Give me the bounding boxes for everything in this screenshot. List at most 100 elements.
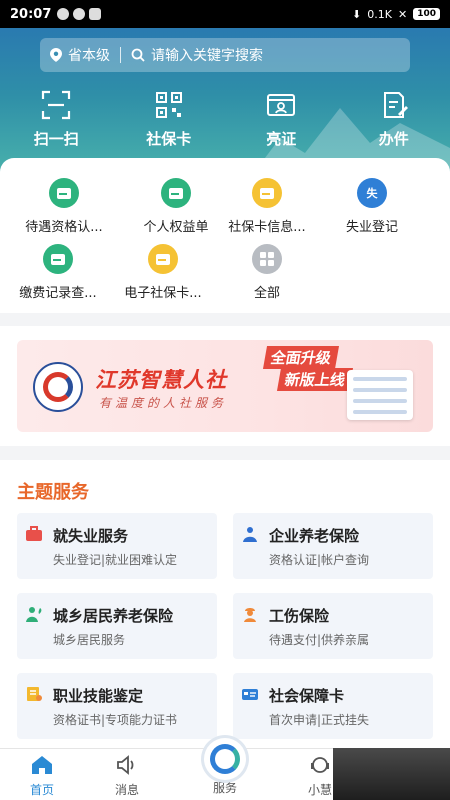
jiangsu-hrss-logo	[33, 362, 83, 412]
grid-icon	[252, 244, 282, 274]
service-item-e-card[interactable]: 电子社保卡...	[107, 244, 219, 301]
show-id-button[interactable]: 亮证	[225, 90, 338, 149]
nav-messages-label: 消息	[114, 783, 139, 797]
search-input[interactable]: 请输入关键字搜索	[151, 45, 263, 65]
nav-messages[interactable]: 消息	[82, 753, 172, 798]
service-label: 待遇资格认...	[25, 220, 103, 235]
banner-slogan: 有温度的人社服务	[99, 396, 228, 410]
banner-tag-new-version: 新版上线	[276, 368, 354, 391]
service-label: 电子社保卡...	[124, 286, 202, 301]
theme-card-subtitle: 待遇支付|供养亲属	[269, 633, 370, 647]
status-right: ⬇ 0.1K ✕ 100	[352, 8, 440, 21]
theme-card-enterprise-pension[interactable]: 企业养老保险 资格认证|帐户查询	[233, 513, 433, 579]
card-icon	[242, 689, 258, 700]
service-item-unemployment[interactable]: 失 失业登记	[316, 178, 428, 235]
header: 省本级 请输入关键字搜索 扫一扫 社保卡 亮证 办件	[0, 28, 450, 178]
green-envelope-icon	[43, 244, 73, 274]
theme-card-title: 企业养老保险	[269, 527, 360, 545]
my-cases-label: 办件	[378, 130, 409, 148]
social-card-label: 社保卡	[146, 130, 192, 148]
yellow-envelope-icon	[252, 178, 282, 208]
banner-title: 江苏智慧人社	[95, 368, 227, 392]
briefcase-icon	[26, 526, 42, 541]
battery-icon: 100	[413, 8, 440, 20]
search-icon	[131, 48, 145, 62]
image-notification-icon	[89, 8, 102, 20]
assistant-headset-icon	[311, 757, 329, 773]
home-icon	[32, 756, 52, 774]
theme-card-title: 工伤保险	[269, 607, 330, 625]
notification-icon	[57, 8, 70, 20]
nav-services-label: 服务	[212, 781, 237, 795]
green-envelope-icon	[161, 178, 191, 208]
theme-card-title: 社会保障卡	[269, 687, 345, 705]
my-cases-button[interactable]: 办件	[338, 90, 450, 149]
yellow-envelope-icon	[148, 244, 178, 274]
section-title: 主题服务	[17, 482, 89, 503]
theme-card-title: 城乡居民养老保险	[53, 607, 174, 625]
network-speed: 0.1K	[367, 7, 392, 21]
green-envelope-icon	[49, 178, 79, 208]
location-pin-icon	[50, 48, 62, 62]
floating-overlay	[333, 748, 450, 800]
service-item-qualification[interactable]: 待遇资格认...	[8, 178, 120, 235]
nav-home[interactable]: 首页	[0, 753, 87, 798]
theme-services: 主题服务 就失业服务 失业登记|就业困难认定 企业养老保险 资格认证|帐户查询 …	[0, 460, 450, 750]
location-selector[interactable]: 省本级	[50, 45, 110, 65]
service-label: 个人权益单	[143, 220, 209, 235]
theme-card-subtitle: 首次申请|正式挂失	[269, 713, 370, 727]
speaker-icon	[117, 755, 134, 775]
phone-illustration	[347, 370, 413, 420]
nav-home-label: 首页	[29, 783, 54, 797]
services-grid: 待遇资格认... 个人权益单 社保卡信息... 失 失业登记 缴费记录查... …	[0, 158, 450, 313]
worker-icon	[244, 608, 256, 622]
status-notification-icons	[57, 8, 102, 20]
edit-doc-icon	[383, 92, 408, 118]
message-notification-icon	[73, 8, 86, 20]
theme-card-subtitle: 资格认证|帐户查询	[269, 553, 370, 567]
services-logo-icon	[210, 744, 240, 774]
id-card-icon	[267, 94, 296, 116]
services-center-button[interactable]	[204, 738, 246, 780]
theme-card-resident-pension[interactable]: 城乡居民养老保险 城乡居民服务	[17, 593, 217, 659]
theme-card-work-injury[interactable]: 工伤保险 待遇支付|供养亲属	[233, 593, 433, 659]
person-plant-icon	[26, 607, 42, 622]
social-card-button[interactable]: 社保卡	[113, 90, 226, 149]
service-label: 社保卡信息...	[228, 220, 306, 235]
scan-label: 扫一扫	[33, 130, 79, 148]
download-arrow-icon: ⬇	[352, 7, 362, 21]
service-label: 全部	[253, 286, 280, 301]
theme-card-title: 职业技能鉴定	[53, 687, 144, 705]
location-label: 省本级	[68, 48, 110, 64]
service-item-card-info[interactable]: 社保卡信息...	[211, 178, 323, 235]
banner-section: 江苏智慧人社 有温度的人社服务 全面升级 新版上线	[0, 326, 450, 446]
blue-badge-icon: 失	[357, 178, 387, 208]
scan-icon	[42, 90, 71, 120]
qrcode-icon	[155, 92, 182, 118]
scan-button[interactable]: 扫一扫	[0, 90, 113, 149]
search-bar[interactable]: 省本级 请输入关键字搜索	[40, 38, 410, 72]
theme-card-subtitle: 城乡居民服务	[53, 633, 126, 647]
promo-banner[interactable]: 江苏智慧人社 有温度的人社服务 全面升级 新版上线	[17, 340, 433, 432]
status-time: 20:07	[10, 6, 52, 22]
search-divider	[120, 47, 121, 63]
theme-card-employment[interactable]: 就失业服务 失业登记|就业困难认定	[17, 513, 217, 579]
service-label: 失业登记	[345, 220, 398, 235]
wifi-icon: ✕	[397, 7, 408, 21]
status-bar: 20:07 ⬇ 0.1K ✕ 100	[0, 0, 450, 28]
quick-actions: 扫一扫 社保卡 亮证 办件	[0, 90, 450, 149]
theme-card-subtitle: 失业登记|就业困难认定	[53, 553, 178, 567]
theme-card-title: 就失业服务	[53, 527, 129, 545]
theme-card-social-security-card[interactable]: 社会保障卡 首次申请|正式挂失	[233, 673, 433, 739]
nav-assistant-label: 小慧	[307, 783, 332, 797]
service-item-payment-records[interactable]: 缴费记录查...	[2, 244, 114, 301]
banner-tag-upgrade: 全面升级	[262, 346, 340, 369]
badge-text: 失	[366, 187, 378, 200]
certificate-icon	[27, 687, 42, 701]
theme-card-subtitle: 资格证书|专项能力证书	[53, 713, 178, 727]
elder-icon	[243, 527, 257, 542]
service-item-all[interactable]: 全部	[211, 244, 323, 301]
service-label: 缴费记录查...	[19, 286, 97, 301]
theme-card-skill-appraisal[interactable]: 职业技能鉴定 资格证书|专项能力证书	[17, 673, 217, 739]
show-id-label: 亮证	[266, 130, 297, 148]
